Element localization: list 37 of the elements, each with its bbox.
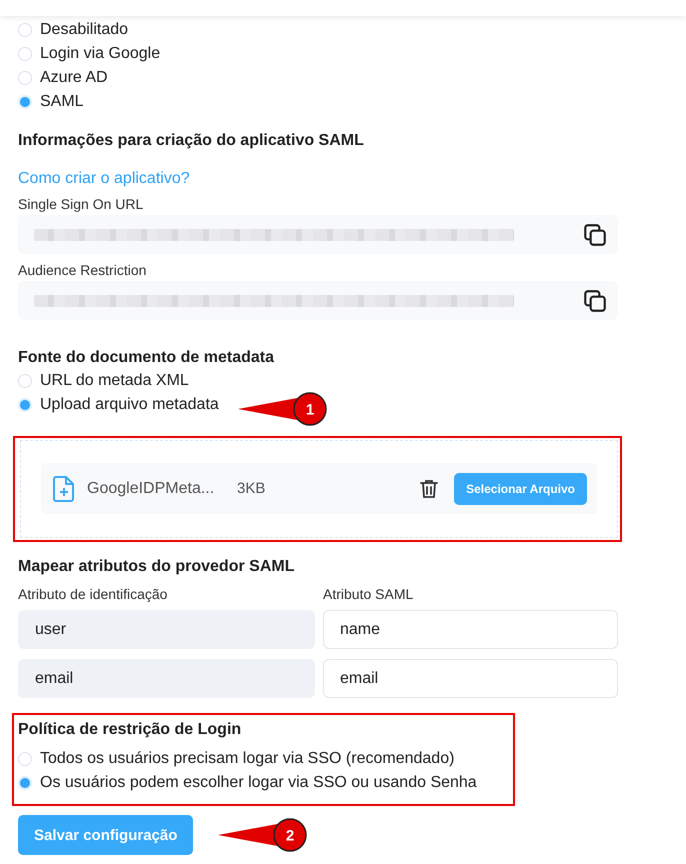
saml-attribute-field[interactable]: name bbox=[323, 610, 618, 649]
section-title: Mapear atributos do provedor SAML bbox=[18, 558, 296, 576]
radio-button[interactable] bbox=[18, 776, 32, 790]
section-title: Política de restrição de Login bbox=[18, 721, 242, 739]
help-link[interactable]: Como criar o aplicativo? bbox=[18, 170, 190, 188]
saml-attribute-field[interactable]: email bbox=[323, 659, 618, 698]
radio-button[interactable] bbox=[18, 95, 32, 109]
identifier-field: user bbox=[18, 610, 315, 649]
option-label: Azure AD bbox=[40, 69, 108, 87]
identifier-field: email bbox=[18, 659, 315, 698]
radio-button[interactable] bbox=[18, 47, 32, 61]
copy-icon[interactable] bbox=[582, 288, 608, 314]
trash-icon[interactable] bbox=[420, 478, 438, 498]
field-label: Single Sign On URL bbox=[18, 196, 144, 212]
column-label: Atributo de identificação bbox=[18, 586, 168, 602]
select-file-button[interactable]: Selecionar Arquivo bbox=[454, 472, 587, 504]
radio-button[interactable] bbox=[18, 374, 32, 388]
radio-button[interactable] bbox=[18, 23, 32, 37]
field-label: Audience Restriction bbox=[18, 262, 148, 278]
copy-icon[interactable] bbox=[582, 222, 608, 248]
column-label: Atributo SAML bbox=[323, 586, 414, 602]
section-title: Fonte do documento de metadata bbox=[18, 349, 276, 367]
file-size: 3KB bbox=[237, 480, 266, 497]
file-name: GoogleIDPMeta... bbox=[87, 480, 216, 498]
radio-button[interactable] bbox=[18, 752, 32, 766]
option-label: SAML bbox=[40, 93, 84, 111]
option-label: Upload arquivo metadata bbox=[40, 396, 219, 414]
option-label: Desabilitado bbox=[40, 21, 128, 39]
option-label: Todos os usuários precisam logar via SSO (recomendado) bbox=[40, 750, 454, 768]
radio-button[interactable] bbox=[18, 398, 32, 412]
save-button[interactable]: Salvar configuração bbox=[18, 815, 194, 855]
radio-button[interactable] bbox=[18, 71, 32, 85]
section-title: Informações para criação do aplicativo SAML bbox=[18, 132, 365, 150]
option-label: Login via Google bbox=[40, 45, 160, 63]
option-label: Os usuários podem escolher logar via SSO ou usando Senha bbox=[40, 774, 477, 792]
option-label: URL do metada XML bbox=[40, 372, 189, 390]
file-add-icon bbox=[53, 476, 75, 502]
